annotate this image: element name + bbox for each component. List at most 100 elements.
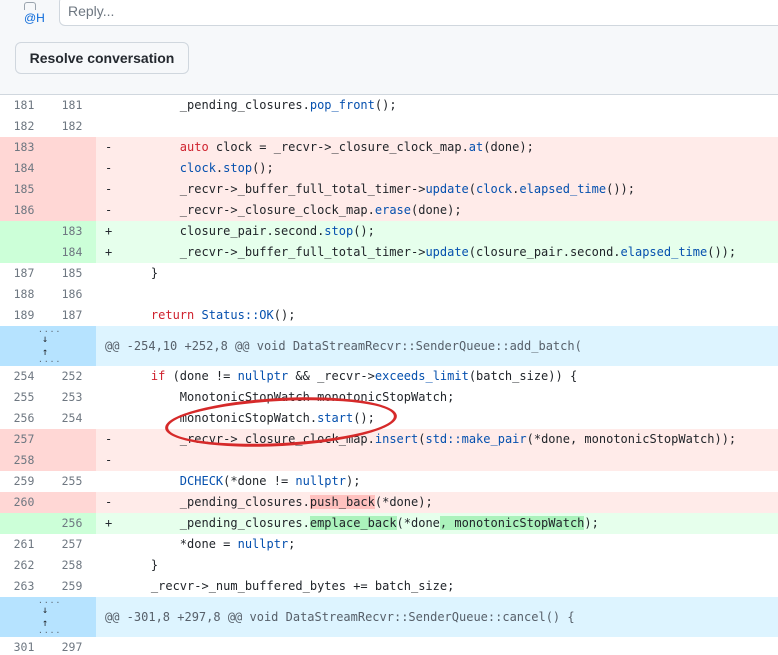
code-text: _pending_closures.emplace_back(*done, mo… bbox=[122, 516, 599, 530]
old-line-number[interactable]: 186 bbox=[0, 200, 48, 221]
old-line-number[interactable]: 189 bbox=[0, 305, 48, 326]
new-line-number[interactable] bbox=[48, 429, 96, 450]
new-line-number[interactable]: 257 bbox=[48, 534, 96, 555]
diff-line-added: 184 + _recvr->_buffer_full_total_timer->u… bbox=[0, 242, 778, 263]
diff-line-deleted: 183 - auto clock = _recvr->_closure_clock… bbox=[0, 137, 778, 158]
diff-line-context: 256 254 monotonicStopWatch.start(); bbox=[0, 408, 778, 429]
diff-line-context: 301 297 bbox=[0, 637, 778, 655]
new-line-number[interactable]: 256 bbox=[48, 513, 96, 534]
code-text: monotonicStopWatch.start(); bbox=[122, 411, 375, 425]
code-text: return Status::OK(); bbox=[150, 308, 296, 322]
code-text: MonotonicStopWatch monotonicStopWatch; bbox=[122, 390, 455, 404]
old-line-number[interactable]: 183 bbox=[0, 137, 48, 158]
new-line-number[interactable] bbox=[48, 137, 96, 158]
old-line-number[interactable]: 262 bbox=[0, 555, 48, 576]
diff-sign: + bbox=[105, 245, 113, 259]
expand-lines-button[interactable]: ···· ↓ ↑ ···· bbox=[0, 326, 96, 366]
code-text: _recvr->_closure_clock_map.erase(done); bbox=[122, 203, 462, 217]
old-line-number[interactable]: 261 bbox=[0, 534, 48, 555]
hunk-header-text: @@ -301,8 +297,8 @@ void DataStreamRecvr… bbox=[105, 610, 575, 624]
old-line-number[interactable] bbox=[0, 513, 48, 534]
old-line-number[interactable]: 254 bbox=[0, 366, 48, 387]
code-text: _recvr->_buffer_full_total_timer->update… bbox=[122, 182, 635, 196]
diff-line-context: 263 259 _recvr->_num_buffered_bytes += ba… bbox=[0, 576, 778, 597]
old-line-number[interactable]: 181 bbox=[0, 95, 48, 116]
diff-line-context: 261 257 *done = nullptr; bbox=[0, 534, 778, 555]
new-line-number[interactable]: 258 bbox=[48, 555, 96, 576]
new-line-number[interactable] bbox=[48, 450, 96, 471]
old-line-number[interactable]: 184 bbox=[0, 158, 48, 179]
old-line-number[interactable]: 301 bbox=[0, 637, 48, 655]
diff-line-context: 181 181 _pending_closures.pop_front(); bbox=[0, 95, 778, 116]
diff-sign: - bbox=[105, 140, 113, 154]
old-line-number[interactable]: 256 bbox=[0, 408, 48, 429]
code-text: clock.stop(); bbox=[179, 161, 274, 175]
old-line-number[interactable]: 188 bbox=[0, 284, 48, 305]
code-text: _recvr->_closure_clock_map.insert(std::m… bbox=[122, 432, 737, 446]
new-line-number[interactable]: 183 bbox=[48, 221, 96, 242]
diff-line-deleted: 186 - _recvr->_closure_clock_map.erase(do… bbox=[0, 200, 778, 221]
resolve-conversation-button[interactable]: Resolve conversation bbox=[15, 42, 189, 74]
new-line-number[interactable] bbox=[48, 492, 96, 513]
expand-down-icon[interactable]: ↓ bbox=[38, 335, 52, 345]
new-line-number[interactable]: 181 bbox=[48, 95, 96, 116]
diff-line-context: 255 253 MonotonicStopWatch monotonicStopW… bbox=[0, 387, 778, 408]
new-line-number[interactable]: 186 bbox=[48, 284, 96, 305]
expand-down-icon[interactable]: ↓ bbox=[38, 606, 52, 616]
code-text: _pending_closures.pop_front(); bbox=[122, 98, 397, 112]
new-line-number[interactable]: 252 bbox=[48, 366, 96, 387]
expand-lines-button[interactable]: ···· ↓ ↑ ···· bbox=[0, 597, 96, 637]
old-line-number[interactable]: 187 bbox=[0, 263, 48, 284]
diff-line-context: 187 185 } bbox=[0, 263, 778, 284]
diff-sign: - bbox=[105, 432, 113, 446]
diff-table: 181 181 _pending_closures.pop_front(); 182… bbox=[0, 95, 778, 655]
diff-line-context: 254 252 if (done != nullptr && _recvr->ex… bbox=[0, 366, 778, 387]
old-line-number[interactable]: 182 bbox=[0, 116, 48, 137]
diff-line-deleted: 257 - _recvr->_closure_clock_map.insert(s… bbox=[0, 429, 778, 450]
diff-line-added: 183 + closure_pair.second.stop(); bbox=[0, 221, 778, 242]
old-line-number[interactable]: 259 bbox=[0, 471, 48, 492]
diff-sign: - bbox=[105, 453, 113, 467]
old-line-number[interactable]: 185 bbox=[0, 179, 48, 200]
new-line-number[interactable]: 297 bbox=[48, 637, 96, 655]
avatar[interactable]: @H bbox=[22, 2, 48, 28]
old-line-number[interactable]: 258 bbox=[0, 450, 48, 471]
new-line-number[interactable]: 185 bbox=[48, 263, 96, 284]
diff-line-context: 182 182 bbox=[0, 116, 778, 137]
avatar-alt-text: @H bbox=[24, 11, 45, 25]
review-comment-area: @H Resolve conversation bbox=[0, 0, 778, 95]
code-text: _recvr->_num_buffered_bytes += batch_siz… bbox=[122, 579, 455, 593]
diff-sign: - bbox=[105, 203, 113, 217]
old-line-number[interactable]: 255 bbox=[0, 387, 48, 408]
diff-line-deleted: 258 - bbox=[0, 450, 778, 471]
diff-line-added: 256 + _pending_closures.emplace_back(*don… bbox=[0, 513, 778, 534]
old-line-number[interactable]: 260 bbox=[0, 492, 48, 513]
diff-sign: - bbox=[105, 182, 113, 196]
reply-input[interactable] bbox=[59, 0, 778, 26]
code-text: } bbox=[122, 266, 159, 280]
dots-icon: ···· bbox=[38, 357, 62, 366]
diff-line-context: 188 186 bbox=[0, 284, 778, 305]
diff-line-deleted: 184 - clock.stop(); bbox=[0, 158, 778, 179]
new-line-number[interactable]: 187 bbox=[48, 305, 96, 326]
new-line-number[interactable]: 254 bbox=[48, 408, 96, 429]
hunk-header-text: @@ -254,10 +252,8 @@ void DataStreamRecv… bbox=[105, 339, 582, 353]
new-line-number[interactable] bbox=[48, 158, 96, 179]
new-line-number[interactable]: 259 bbox=[48, 576, 96, 597]
new-line-number[interactable]: 253 bbox=[48, 387, 96, 408]
code-text: if (done != nullptr && _recvr->exceeds_l… bbox=[150, 369, 578, 383]
diff-line-context: 189 187 return Status::OK(); bbox=[0, 305, 778, 326]
diff-line-deleted: 260 - _pending_closures.push_back(*done); bbox=[0, 492, 778, 513]
old-line-number[interactable] bbox=[0, 221, 48, 242]
new-line-number[interactable]: 182 bbox=[48, 116, 96, 137]
new-line-number[interactable] bbox=[48, 200, 96, 221]
old-line-number[interactable] bbox=[0, 242, 48, 263]
old-line-number[interactable]: 263 bbox=[0, 576, 48, 597]
diff-sign: + bbox=[105, 516, 113, 530]
new-line-number[interactable]: 184 bbox=[48, 242, 96, 263]
new-line-number[interactable]: 255 bbox=[48, 471, 96, 492]
new-line-number[interactable] bbox=[48, 179, 96, 200]
old-line-number[interactable]: 257 bbox=[0, 429, 48, 450]
code-text: closure_pair.second.stop(); bbox=[122, 224, 375, 238]
code-text: _pending_closures.push_back(*done); bbox=[122, 495, 433, 509]
